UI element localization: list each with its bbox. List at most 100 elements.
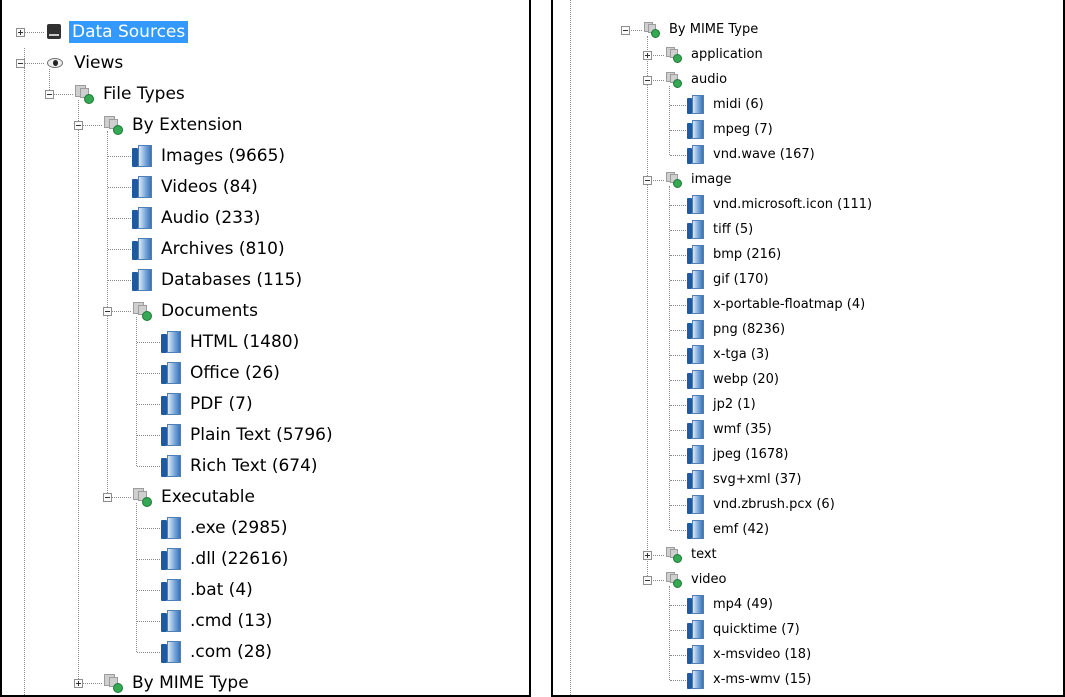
tree-node-quicktime-7[interactable]: quicktime (7): [687, 617, 803, 642]
tree-connector: [108, 248, 131, 250]
tree-node-audio[interactable]: audio: [665, 67, 730, 92]
tree-node-vnd-microsoft-icon-111[interactable]: vnd.microsoft.icon (111): [687, 192, 875, 217]
file-icon: [687, 595, 704, 614]
tree-node-label: .exe (2985): [190, 517, 288, 538]
expand-toggle[interactable]: [74, 678, 83, 688]
tree-node-wmf-35[interactable]: wmf (35): [687, 417, 775, 442]
tree-node-mp4-49[interactable]: mp4 (49): [687, 592, 776, 617]
file-icon: [687, 445, 704, 464]
collapse-toggle[interactable]: [45, 89, 54, 99]
tree-connector: [670, 279, 686, 281]
tree-connector: [137, 620, 160, 622]
file-icon: [161, 361, 181, 384]
tree-node-archives-810[interactable]: Archives (810): [132, 233, 288, 264]
tree-connector: [670, 204, 686, 206]
tree-connector: [108, 186, 131, 188]
tree-node-data-sources[interactable]: Data Sources: [45, 16, 189, 47]
collapse-toggle[interactable]: [103, 492, 112, 502]
tree-node-executable[interactable]: Executable: [132, 481, 258, 512]
tree-node-cmd-13[interactable]: .cmd (13): [161, 605, 275, 636]
tree-node-views[interactable]: Views: [45, 47, 126, 78]
tree-node-application[interactable]: application: [665, 42, 766, 67]
tree-node-label: text: [691, 547, 717, 562]
tree-node-plain-text-5796[interactable]: Plain Text (5796): [161, 419, 336, 450]
tree-node-image[interactable]: image: [665, 167, 735, 192]
collapse-toggle[interactable]: [643, 175, 652, 185]
tree-connector: [136, 316, 137, 466]
tree-node-webp-20[interactable]: webp (20): [687, 367, 782, 392]
tree-node-rich-text-674[interactable]: Rich Text (674): [161, 450, 321, 481]
expand-toggle[interactable]: [643, 50, 652, 60]
tree-node-x-ms-wmv-15[interactable]: x-ms-wmv (15): [687, 667, 814, 692]
file-icon: [132, 237, 152, 260]
file-icon: [687, 320, 704, 339]
tree-node-bat-4[interactable]: .bat (4): [161, 574, 256, 605]
collapse-toggle[interactable]: [643, 75, 652, 85]
tree-node-office-26[interactable]: Office (26): [161, 357, 283, 388]
tree-node-x-portable-floatmap-4[interactable]: x-portable-floatmap (4): [687, 292, 868, 317]
tree-node-tiff-5[interactable]: tiff (5): [687, 217, 756, 242]
tree-node-text[interactable]: text: [665, 542, 720, 567]
tree-node-svg-xml-37[interactable]: svg+xml (37): [687, 467, 804, 492]
tree-node-html-1480[interactable]: HTML (1480): [161, 326, 302, 357]
tree-connector: [137, 651, 160, 653]
collapse-toggle[interactable]: [643, 575, 652, 585]
file-icon: [687, 370, 704, 389]
tree-node-by-extension[interactable]: By Extension: [103, 109, 246, 140]
tree-node-label: Office (26): [190, 362, 280, 383]
tree-connector: [670, 529, 686, 531]
tree-node-emf-42[interactable]: emf (42): [687, 517, 772, 542]
tree-node-mpeg-7[interactable]: mpeg (7): [687, 117, 776, 142]
node-group-icon: [665, 546, 682, 563]
tree-node-midi-6[interactable]: midi (6): [687, 92, 767, 117]
tree-node-jpeg-1678[interactable]: jpeg (1678): [687, 442, 791, 467]
tree-node-x-tga-3[interactable]: x-tga (3): [687, 342, 772, 367]
expand-toggle[interactable]: [16, 27, 25, 37]
node-group-icon: [103, 673, 123, 693]
tree-node-by-mime-type[interactable]: By MIME Type: [103, 667, 252, 695]
tree-node-video[interactable]: video: [665, 567, 730, 592]
tree-node-x-msvideo-18[interactable]: x-msvideo (18): [687, 642, 814, 667]
tree-node-images-9665[interactable]: Images (9665): [132, 140, 288, 171]
collapse-toggle[interactable]: [74, 120, 83, 130]
tree-node-vnd-zbrush-pcx-6[interactable]: vnd.zbrush.pcx (6): [687, 492, 838, 517]
collapse-toggle[interactable]: [16, 58, 25, 68]
tree-node-audio-233[interactable]: Audio (233): [132, 202, 263, 233]
tree-node-label: vnd.microsoft.icon (111): [713, 197, 873, 212]
tree-node-bmp-216[interactable]: bmp (216): [687, 242, 784, 267]
eye-icon: [45, 54, 65, 72]
expand-toggle[interactable]: [643, 550, 652, 560]
tree-node-dll-22616[interactable]: .dll (22616): [161, 543, 291, 574]
tree-node-databases-115[interactable]: Databases (115): [132, 264, 305, 295]
tree-node-gif-170[interactable]: gif (170): [687, 267, 772, 292]
tree-node-pdf-7[interactable]: PDF (7): [161, 388, 256, 419]
node-group-icon: [132, 487, 152, 507]
tree-node-file-types[interactable]: File Types: [74, 78, 188, 109]
tree-node-label: File Types: [103, 83, 185, 104]
tree-node-label: By MIME Type: [669, 22, 759, 37]
tree-node-jp2-1[interactable]: jp2 (1): [687, 392, 759, 417]
tree-node-label: Plain Text (5796): [190, 424, 333, 445]
file-icon: [132, 268, 152, 291]
node-group-icon: [665, 571, 682, 588]
tree-node-label: Archives (810): [161, 238, 285, 259]
node-group-icon: [643, 21, 660, 38]
tree-node-com-28[interactable]: .com (28): [161, 636, 275, 667]
tree-node-documents[interactable]: Documents: [132, 295, 261, 326]
file-icon: [687, 420, 704, 439]
tree-node-videos-84[interactable]: Videos (84): [132, 171, 261, 202]
tree-node-label: webp (20): [713, 372, 779, 387]
tree-node-png-8236[interactable]: png (8236): [687, 317, 788, 342]
tree-node-label: Data Sources: [69, 20, 189, 43]
tree-node-vnd-wave-167[interactable]: vnd.wave (167): [687, 142, 818, 167]
file-icon: [687, 95, 704, 114]
collapse-toggle[interactable]: [103, 306, 112, 316]
tree-node-label: audio: [691, 72, 728, 87]
tree-connector: [24, 48, 25, 695]
tree-connector: [137, 527, 160, 529]
tree-connector: [670, 379, 686, 381]
collapse-toggle[interactable]: [621, 25, 630, 35]
node-group-icon: [665, 71, 682, 88]
tree-node-by-mime-type[interactable]: By MIME Type: [643, 17, 761, 42]
tree-node-exe-2985[interactable]: .exe (2985): [161, 512, 291, 543]
